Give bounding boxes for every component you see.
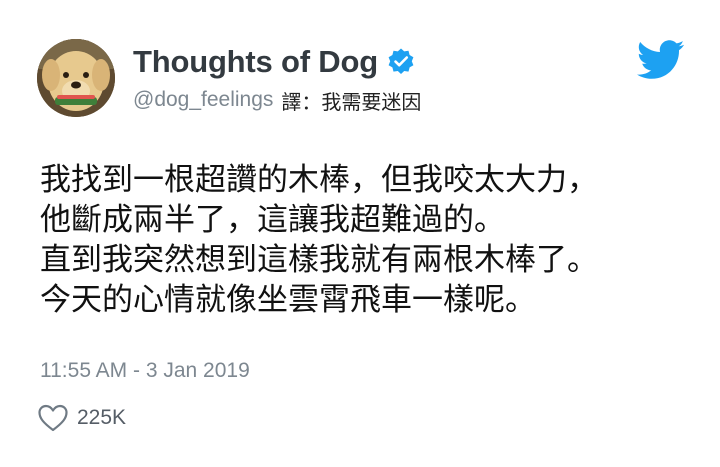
display-name[interactable]: Thoughts of Dog xyxy=(133,44,378,80)
like-button[interactable]: 225K xyxy=(37,402,126,434)
tweet-line: 他斷成兩半了，這讓我超難過的。 xyxy=(40,202,505,238)
handle-row: @dog_feelings 譯：我需要迷因 xyxy=(133,87,422,114)
likes-count: 225K xyxy=(77,406,127,429)
verified-badge-icon xyxy=(386,47,416,77)
translation-note: 譯：我需要迷因 xyxy=(281,89,422,114)
tweet-line: 今天的心情就像坐雲霄飛車一樣呢。 xyxy=(40,282,536,318)
tweet-timestamp[interactable]: 11:55 AM - 3 Jan 2019 xyxy=(40,359,250,383)
author-name-row: Thoughts of Dog xyxy=(133,42,416,82)
username-handle[interactable]: @dog_feelings xyxy=(133,88,273,112)
heart-outline-icon xyxy=(37,403,69,433)
tweet-text: 我找到一根超讚的木棒，但我咬太大力， 他斷成兩半了，這讓我超難過的。 直到我突然… xyxy=(40,160,690,320)
tweet-line: 我找到一根超讚的木棒，但我咬太大力， xyxy=(40,162,598,198)
tweet-line: 直到我突然想到這樣我就有兩根木棒了。 xyxy=(40,242,598,278)
dog-avatar-image xyxy=(37,39,115,117)
tweet-card: Thoughts of Dog @dog_feelings 譯：我需要迷因 我找… xyxy=(0,0,720,467)
twitter-bird-icon[interactable] xyxy=(636,40,685,80)
avatar[interactable] xyxy=(37,39,115,117)
